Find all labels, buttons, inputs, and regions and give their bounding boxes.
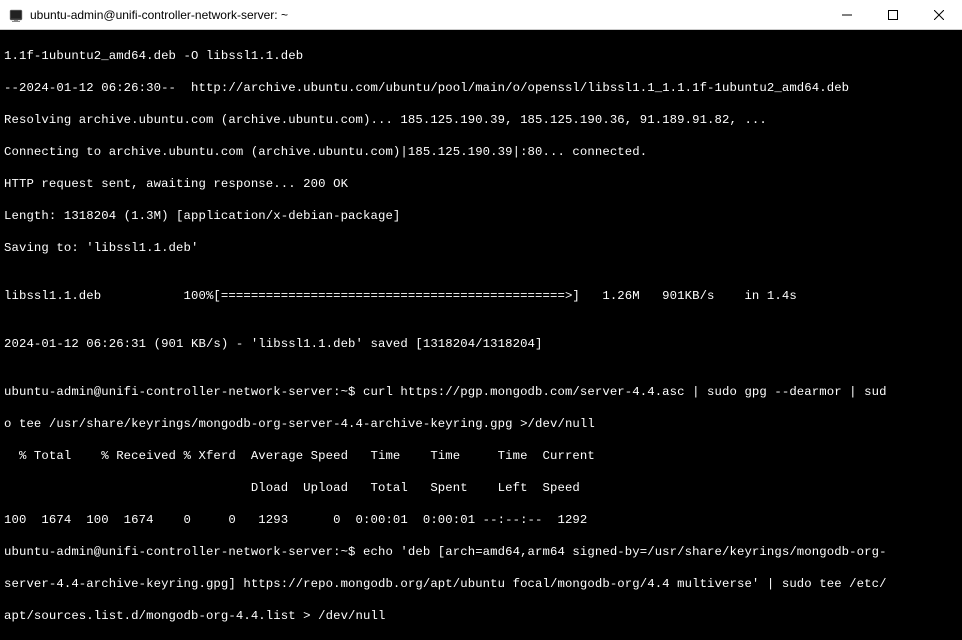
window-title: ubuntu-admin@unifi-controller-network-se… (30, 8, 824, 22)
terminal-line: 100 1674 100 1674 0 0 1293 0 0:00:01 0:0… (4, 512, 958, 528)
close-button[interactable] (916, 0, 962, 29)
terminal-line: 2024-01-12 06:26:31 (901 KB/s) - 'libssl… (4, 336, 958, 352)
terminal-line: HTTP request sent, awaiting response... … (4, 176, 958, 192)
terminal-output[interactable]: 1.1f-1ubuntu2_amd64.deb -O libssl1.1.deb… (0, 30, 962, 640)
terminal-line: Saving to: 'libssl1.1.deb' (4, 240, 958, 256)
window-titlebar: ubuntu-admin@unifi-controller-network-se… (0, 0, 962, 30)
app-icon (8, 7, 24, 23)
terminal-line: apt/sources.list.d/mongodb-org-4.4.list … (4, 608, 958, 624)
terminal-line: --2024-01-12 06:26:30-- http://archive.u… (4, 80, 958, 96)
terminal-line: Resolving archive.ubuntu.com (archive.ub… (4, 112, 958, 128)
terminal-line: Connecting to archive.ubuntu.com (archiv… (4, 144, 958, 160)
terminal-line: Length: 1318204 (1.3M) [application/x-de… (4, 208, 958, 224)
terminal-line: % Total % Received % Xferd Average Speed… (4, 448, 958, 464)
terminal-line: ubuntu-admin@unifi-controller-network-se… (4, 544, 958, 560)
minimize-button[interactable] (824, 0, 870, 29)
terminal-line: o tee /usr/share/keyrings/mongodb-org-se… (4, 416, 958, 432)
maximize-button[interactable] (870, 0, 916, 29)
terminal-line: 1.1f-1ubuntu2_amd64.deb -O libssl1.1.deb (4, 48, 958, 64)
window-controls (824, 0, 962, 29)
terminal-line: libssl1.1.deb 100%[=====================… (4, 288, 958, 304)
terminal-line: ubuntu-admin@unifi-controller-network-se… (4, 384, 958, 400)
terminal-line: Dload Upload Total Spent Left Speed (4, 480, 958, 496)
terminal-line: server-4.4-archive-keyring.gpg] https://… (4, 576, 958, 592)
